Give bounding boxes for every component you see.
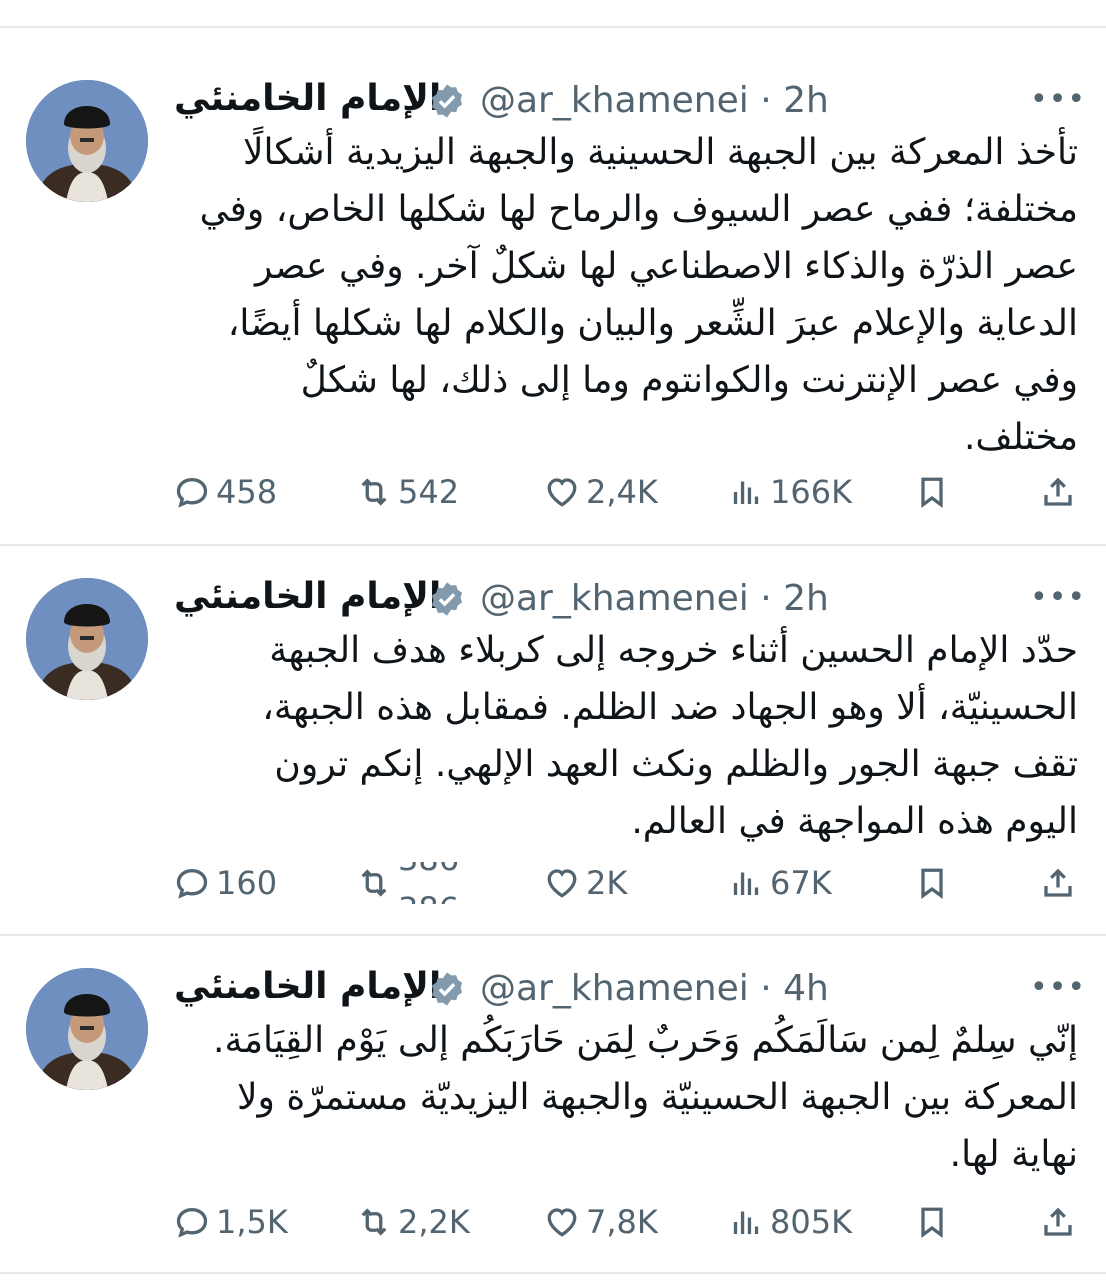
text-line: الحسينيّة، ألا وهو الجهاد ضد الظلم. فمقا… — [262, 687, 1078, 728]
like-count: 2,4K — [586, 473, 658, 511]
tweet[interactable]: الإمام الخامنئي @ar_khamenei · 4h ••• إن… — [0, 966, 1106, 1248]
views-button[interactable]: 67K — [728, 858, 832, 908]
action-bar: 458 542 2,4K 166K — [0, 467, 1106, 517]
tweet-text: إنّي سِلمٌ لِمن سَالَمَكُم وَحَربٌ لِمَن… — [170, 1012, 1078, 1183]
repost-count: 542 — [398, 473, 460, 511]
author-handle[interactable]: @ar_khamenei · 4h — [480, 968, 829, 1009]
bar-chart-icon — [733, 872, 759, 895]
views-count: 67K — [770, 864, 832, 902]
tweet-divider — [0, 934, 1106, 936]
bookmark-button[interactable] — [914, 858, 950, 908]
text-line: المعركة بين الجبهة الحسينيّة والجبهة الي… — [236, 1077, 1078, 1118]
text-line: تأخذ المعركة بين الجبهة الحسينية والجبهة… — [243, 132, 1078, 173]
like-button[interactable]: 2K — [544, 858, 627, 908]
share-upload-icon — [1044, 868, 1072, 897]
text-line: اليوم هذه المواجهة في العالم. — [631, 801, 1078, 842]
views-count: 166K — [770, 473, 853, 511]
text-line: مختلف. — [963, 417, 1078, 458]
verified-badge-icon — [431, 84, 463, 118]
views-button[interactable]: 166K — [728, 467, 852, 517]
tweet-header: الإمام الخامنئي @ar_khamenei · 4h ••• — [174, 966, 1085, 1016]
bar-chart-icon — [733, 1211, 759, 1234]
bookmark-icon — [921, 868, 943, 900]
avatar[interactable] — [26, 80, 148, 202]
like-button[interactable]: 2,4K — [544, 467, 658, 517]
tweet-time[interactable]: · 4h — [760, 968, 829, 1009]
tweet-text: حدّد الإمام الحسين أثناء خروجه إلى كربلا… — [170, 622, 1078, 850]
tweet-time[interactable]: · 2h — [760, 578, 829, 619]
reply-button[interactable]: 458 — [174, 467, 277, 517]
like-count: 2K — [586, 864, 628, 902]
reply-count: 458 — [216, 473, 278, 511]
tweet[interactable]: الإمام الخامنئي @ar_khamenei · 2h ••• حد… — [0, 576, 1106, 908]
tweet[interactable]: الإمام الخامنئي @ar_khamenei · 2h ••• تأ… — [0, 78, 1106, 520]
repost-count-old: 386 — [398, 862, 459, 878]
text-line: وفي عصر الإنترنت والكوانتوم وما إلى ذلك،… — [300, 360, 1078, 401]
action-bar: 1,5K 2,2K 7,8K 805K — [0, 1197, 1106, 1247]
views-count: 805K — [770, 1203, 853, 1241]
tweet-header: الإمام الخامنئي @ar_khamenei · 2h ••• — [174, 576, 1085, 626]
verified-badge-icon — [431, 972, 463, 1006]
tweet-time[interactable]: · 2h — [760, 80, 829, 121]
bookmark-button[interactable] — [914, 1197, 950, 1247]
reply-bubble-icon — [176, 869, 208, 899]
text-line: حدّد الإمام الحسين أثناء خروجه إلى كربلا… — [269, 630, 1078, 671]
top-divider — [0, 26, 1106, 28]
text-line: تقف جبهة الجور والظلم ونكث العهد الإلهي.… — [274, 744, 1078, 785]
verified-badge-icon — [431, 582, 463, 616]
author-name[interactable]: الإمام الخامنئي — [174, 576, 441, 617]
reply-count: 1,5K — [216, 1203, 288, 1241]
reply-button[interactable]: 160 — [174, 858, 277, 908]
share-button[interactable] — [1040, 1197, 1076, 1247]
author-name[interactable]: الإمام الخامنئي — [174, 966, 441, 1007]
repost-arrows-icon — [361, 869, 387, 897]
reply-count: 160 — [216, 864, 278, 902]
repost-arrows-icon — [361, 478, 387, 506]
text-line: مختلفة؛ ففي عصر السيوف والرماح لها شكلها… — [199, 189, 1078, 230]
share-button[interactable] — [1040, 858, 1076, 908]
bookmark-icon — [921, 477, 943, 509]
text-line: نهاية لها. — [949, 1134, 1078, 1175]
tweet-header: الإمام الخامنئي @ar_khamenei · 2h ••• — [174, 78, 1085, 128]
reply-bubble-icon — [176, 1208, 208, 1238]
avatar[interactable] — [26, 578, 148, 700]
more-options-icon[interactable]: ••• — [1030, 580, 1086, 615]
reply-button[interactable]: 1,5K — [174, 1197, 288, 1247]
repost-count-animating: 386 386 — [398, 862, 462, 904]
like-button[interactable]: 7,8K — [544, 1197, 658, 1247]
repost-button[interactable]: 2,2K — [356, 1197, 470, 1247]
views-button[interactable]: 805K — [728, 1197, 852, 1247]
author-handle[interactable]: @ar_khamenei · 2h — [480, 578, 829, 619]
text-line: عصر الذرّة والذكاء الاصطناعي لها شكلٌ آخ… — [254, 246, 1078, 287]
action-bar: 160 386 386 2K 67K — [0, 858, 1106, 908]
repost-button[interactable]: 386 386 — [356, 858, 462, 908]
share-upload-icon — [1044, 477, 1072, 506]
text-line: إنّي سِلمٌ لِمن سَالَمَكُم وَحَربٌ لِمَن… — [213, 1020, 1078, 1061]
bottom-divider — [0, 1272, 1106, 1274]
bookmark-button[interactable] — [914, 467, 950, 517]
bar-chart-icon — [733, 481, 759, 504]
repost-arrows-icon — [361, 1208, 387, 1236]
share-button[interactable] — [1040, 467, 1076, 517]
heart-icon — [547, 1208, 577, 1237]
more-options-icon[interactable]: ••• — [1030, 970, 1086, 1005]
repost-count: 2,2K — [398, 1203, 470, 1241]
repost-count-new: 386 — [398, 890, 459, 904]
repost-button[interactable]: 542 — [356, 467, 459, 517]
tweet-divider — [0, 544, 1106, 546]
tweet-text: تأخذ المعركة بين الجبهة الحسينية والجبهة… — [170, 124, 1078, 466]
bookmark-icon — [921, 1207, 943, 1239]
more-options-icon[interactable]: ••• — [1030, 82, 1086, 117]
avatar[interactable] — [26, 968, 148, 1090]
reply-bubble-icon — [176, 478, 208, 508]
text-line: الدعاية والإعلام عبرَ الشِّعر والبيان وا… — [227, 303, 1078, 344]
share-upload-icon — [1044, 1207, 1072, 1236]
like-count: 7,8K — [586, 1203, 658, 1241]
author-name[interactable]: الإمام الخامنئي — [174, 78, 441, 119]
heart-icon — [547, 869, 577, 898]
heart-icon — [547, 478, 577, 507]
author-handle[interactable]: @ar_khamenei · 2h — [480, 80, 829, 121]
